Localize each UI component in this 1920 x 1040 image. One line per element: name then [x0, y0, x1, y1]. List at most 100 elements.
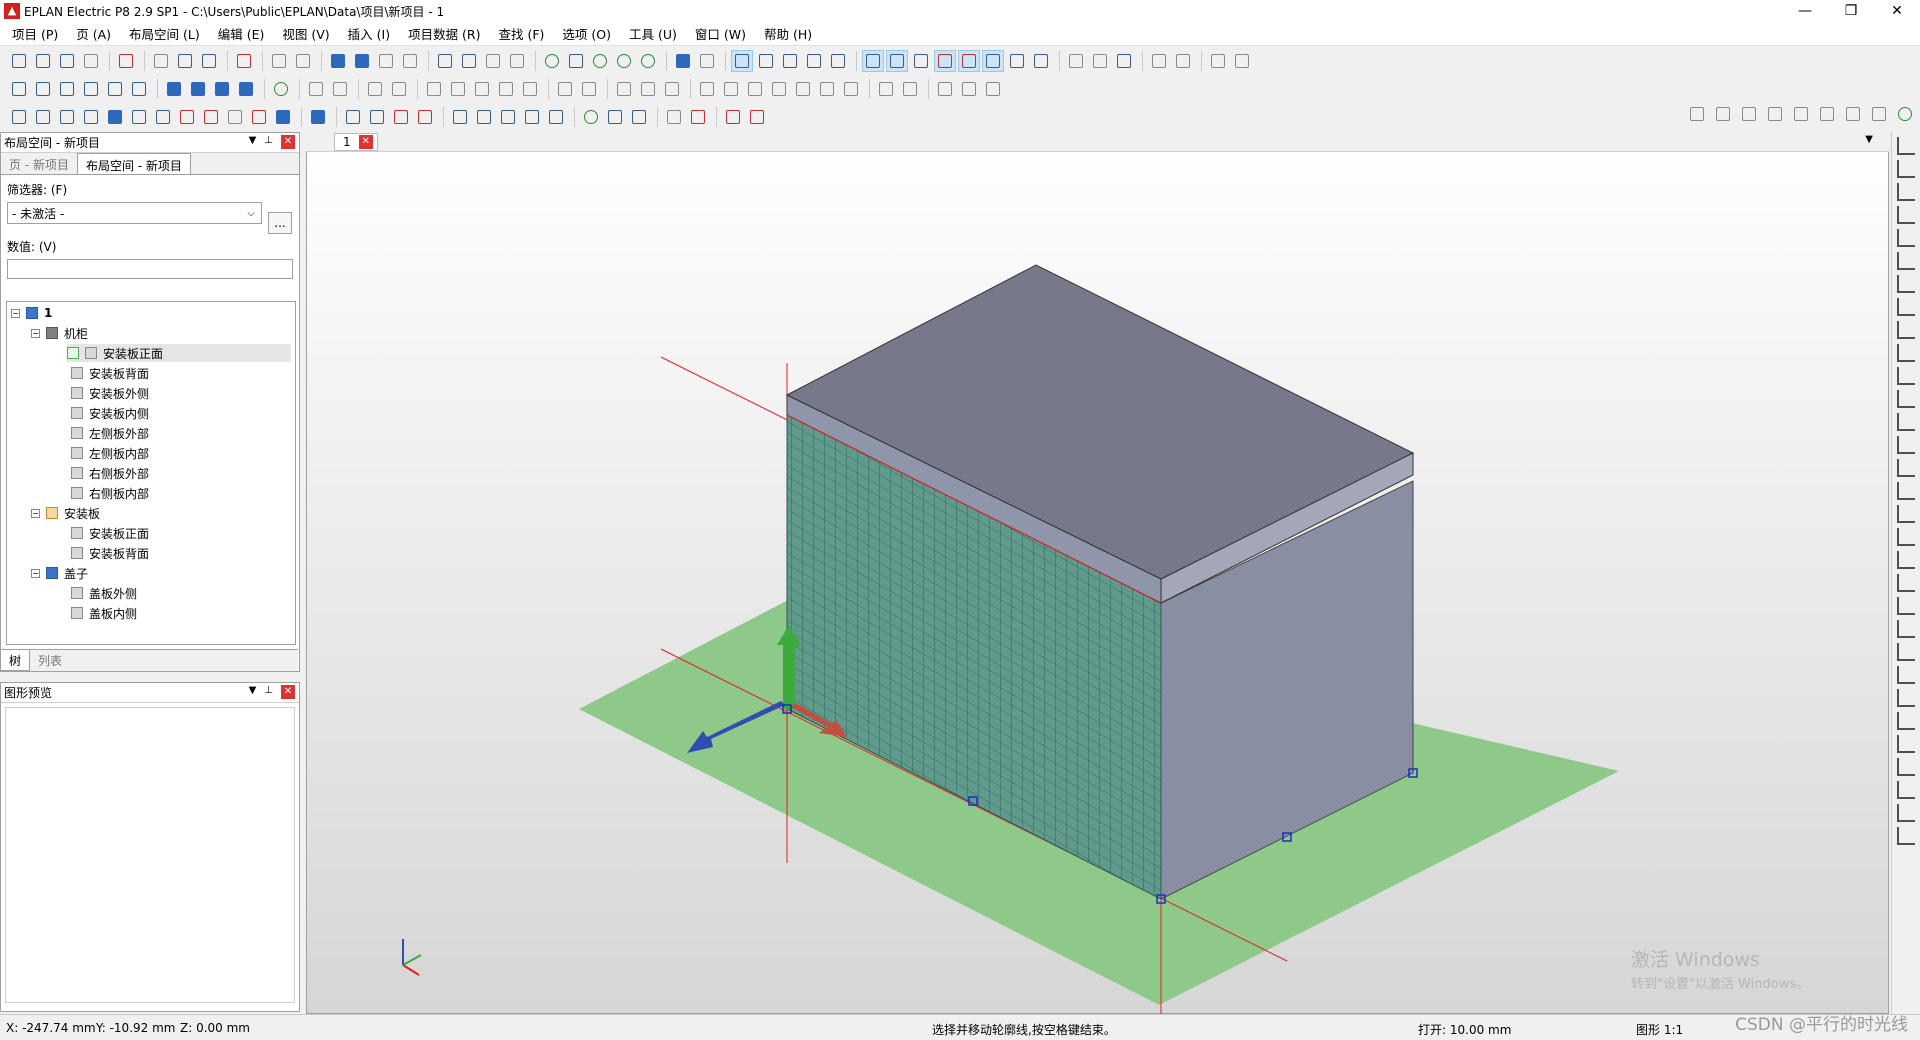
- part-j-icon[interactable]: [248, 106, 270, 128]
- frame-icon[interactable]: [458, 50, 480, 72]
- wire-b-icon[interactable]: [366, 106, 388, 128]
- ruler-icon[interactable]: [1030, 50, 1052, 72]
- part-b-icon[interactable]: [32, 106, 54, 128]
- snap-point-icon[interactable]: [910, 50, 932, 72]
- collapse-icon[interactable]: −: [31, 508, 40, 518]
- tree-item[interactable]: 安装板背面: [71, 364, 149, 382]
- t-junction-a-icon[interactable]: [1897, 229, 1915, 247]
- redo-icon[interactable]: [375, 50, 397, 72]
- layout-icon[interactable]: [434, 50, 456, 72]
- table-icon[interactable]: [506, 50, 528, 72]
- tree-group-cabinet[interactable]: − 机柜: [31, 324, 88, 342]
- snap-settings-icon[interactable]: [1148, 50, 1170, 72]
- layer-a-icon[interactable]: [1065, 50, 1087, 72]
- page-icon[interactable]: [56, 50, 78, 72]
- redo-list-icon[interactable]: [399, 50, 421, 72]
- wire-a-icon[interactable]: [342, 106, 364, 128]
- plane-c-icon[interactable]: [1738, 103, 1760, 125]
- print-icon[interactable]: [80, 50, 102, 72]
- wrench-icon[interactable]: [115, 50, 137, 72]
- hatch-a-icon[interactable]: [934, 78, 956, 100]
- refresh-icon[interactable]: [541, 50, 563, 72]
- collapse-icon[interactable]: −: [31, 328, 40, 338]
- copy-icon[interactable]: [174, 50, 196, 72]
- undo-list-icon[interactable]: [351, 50, 373, 72]
- tree-item[interactable]: 盖板内侧: [71, 604, 137, 622]
- menu-project[interactable]: 项目 (P): [12, 24, 58, 43]
- tree-item[interactable]: 盖板外侧: [71, 584, 137, 602]
- magnet-icon[interactable]: [934, 50, 956, 72]
- cross-a-icon[interactable]: [1897, 321, 1915, 339]
- view-iso-5-icon[interactable]: [104, 78, 126, 100]
- arrange-c-icon[interactable]: [661, 78, 683, 100]
- part-l-icon[interactable]: [307, 106, 329, 128]
- corner-tr-icon[interactable]: [1897, 160, 1915, 178]
- dimension-c-icon[interactable]: [1897, 804, 1915, 822]
- dimension-d-icon[interactable]: [1897, 827, 1915, 845]
- arrange-e-icon[interactable]: [720, 78, 742, 100]
- menu-tools[interactable]: 工具 (U): [629, 24, 677, 43]
- rotate-icon[interactable]: [270, 78, 292, 100]
- plane-e-icon[interactable]: [1790, 103, 1812, 125]
- part-i-icon[interactable]: [200, 106, 222, 128]
- corner-icon[interactable]: [364, 78, 386, 100]
- menu-view[interactable]: 视图 (V): [282, 24, 329, 43]
- mirror-a-icon[interactable]: [875, 78, 897, 100]
- scene-svg[interactable]: [307, 133, 1890, 1015]
- text-icon[interactable]: [1897, 689, 1915, 707]
- panel-menu-icon[interactable]: ▼: [249, 135, 257, 149]
- filter-more-button[interactable]: ...: [268, 212, 292, 234]
- arrange-a-icon[interactable]: [613, 78, 635, 100]
- polygon-icon[interactable]: [1897, 459, 1915, 477]
- tab-layout-space[interactable]: 布局空间 - 新项目: [76, 153, 191, 174]
- ellipse-b-icon[interactable]: [1897, 643, 1915, 661]
- zoom-all-icon[interactable]: [637, 50, 659, 72]
- restore-button[interactable]: ❐: [1828, 0, 1874, 22]
- close-button[interactable]: ✕: [1874, 0, 1920, 22]
- tree-root[interactable]: − 1: [11, 304, 52, 322]
- vertical-icon[interactable]: [388, 78, 410, 100]
- view-iso-4-icon[interactable]: [80, 78, 102, 100]
- panel-pin-icon[interactable]: ⊥: [264, 685, 273, 699]
- menu-edit[interactable]: 编辑 (E): [218, 24, 265, 43]
- grid-b-icon[interactable]: [755, 50, 777, 72]
- layer-c-icon[interactable]: [1113, 50, 1135, 72]
- layout-viewport[interactable]: 激活 Windows 转到"设置"以激活 Windows。: [306, 132, 1890, 1015]
- spline-icon[interactable]: [1897, 666, 1915, 684]
- menu-options[interactable]: 选项 (O): [562, 24, 611, 43]
- mirror-b-icon[interactable]: [899, 78, 921, 100]
- filter-select[interactable]: - 未激活 - ⌵: [7, 202, 262, 224]
- view-iso-3-icon[interactable]: [56, 78, 78, 100]
- t-junction-c-icon[interactable]: [1897, 275, 1915, 293]
- dist-b-icon[interactable]: [447, 78, 469, 100]
- route-f-icon[interactable]: [604, 106, 626, 128]
- dimension-b-icon[interactable]: [1897, 781, 1915, 799]
- zoom-out-icon[interactable]: [613, 50, 635, 72]
- export-d-icon[interactable]: [746, 106, 768, 128]
- select-icon[interactable]: [233, 50, 255, 72]
- snap-line-icon[interactable]: [982, 50, 1004, 72]
- pin-icon[interactable]: [580, 106, 602, 128]
- view-face-2-icon[interactable]: [187, 78, 209, 100]
- plane-g-icon[interactable]: [1842, 103, 1864, 125]
- place-b-icon[interactable]: [578, 78, 600, 100]
- tree-item[interactable]: 安装板正面: [71, 524, 149, 542]
- eraser-icon[interactable]: [292, 50, 314, 72]
- tree-item[interactable]: 安装板背面: [71, 544, 149, 562]
- tree-group-mounting-plate[interactable]: − 安装板: [31, 504, 100, 522]
- panel-close-icon[interactable]: ✕: [281, 685, 295, 699]
- route-b-icon[interactable]: [473, 106, 495, 128]
- rectangle-icon[interactable]: [1897, 482, 1915, 500]
- cross-b-icon[interactable]: [1897, 344, 1915, 362]
- route-c-icon[interactable]: [497, 106, 519, 128]
- corner-bl-icon[interactable]: [1897, 183, 1915, 201]
- cross-c-icon[interactable]: [1897, 367, 1915, 385]
- collapse-icon[interactable]: −: [11, 308, 20, 318]
- panel-pin-icon[interactable]: ⊥: [264, 135, 273, 149]
- layer-b-icon[interactable]: [1089, 50, 1111, 72]
- text-tool-icon[interactable]: [1231, 50, 1253, 72]
- view-iso-1-icon[interactable]: [8, 78, 30, 100]
- tab-list[interactable]: 列表: [30, 650, 70, 671]
- open-project-icon[interactable]: [32, 50, 54, 72]
- tab-close-icon[interactable]: ✕: [358, 134, 373, 149]
